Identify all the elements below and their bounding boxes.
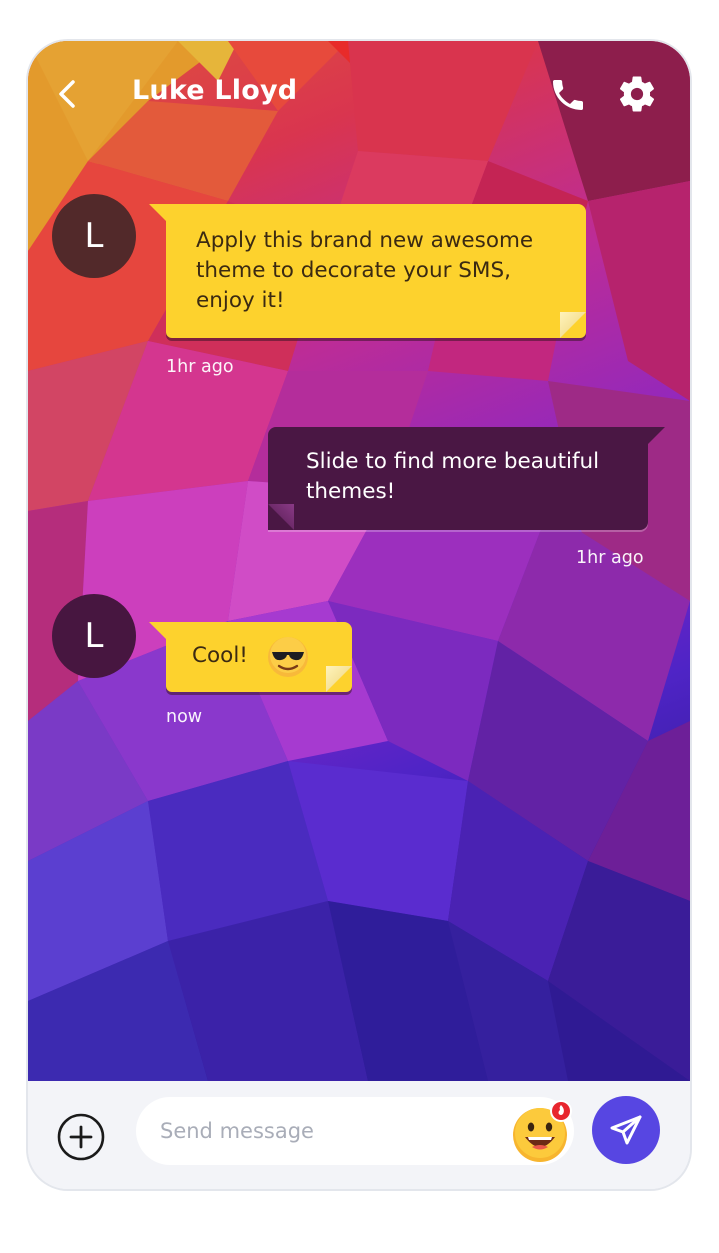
message-composer bbox=[28, 1081, 690, 1189]
message-text: Cool! bbox=[192, 643, 248, 668]
chat-header: Luke Lloyd bbox=[28, 41, 690, 146]
phone-icon[interactable] bbox=[548, 75, 588, 115]
message-timestamp: 1hr ago bbox=[576, 548, 644, 568]
outgoing-message-bubble[interactable]: Slide to find more beautiful themes! bbox=[268, 427, 665, 530]
phone-frame: Luke Lloyd L Apply this brand new awesom… bbox=[28, 41, 690, 1189]
grinning-face-sticker-icon[interactable] bbox=[508, 1097, 578, 1167]
message-timestamp: 1hr ago bbox=[166, 357, 234, 377]
message-text: Apply this brand new awesome theme to de… bbox=[196, 228, 534, 313]
message-text: Slide to find more beautiful themes! bbox=[306, 449, 600, 504]
bubble-fold-corner bbox=[268, 504, 294, 530]
send-button[interactable] bbox=[592, 1096, 660, 1164]
contact-name: Luke Lloyd bbox=[132, 75, 298, 106]
sunglasses-emoji-icon bbox=[268, 637, 308, 677]
plus-circle-icon[interactable] bbox=[56, 1112, 106, 1162]
contact-avatar[interactable]: L bbox=[52, 194, 136, 278]
message-timestamp: now bbox=[166, 707, 203, 727]
gear-icon[interactable] bbox=[616, 73, 658, 115]
avatar-initial: L bbox=[84, 216, 104, 256]
bubble-fold-corner bbox=[560, 312, 586, 338]
contact-avatar[interactable]: L bbox=[52, 594, 136, 678]
avatar-initial: L bbox=[84, 616, 104, 656]
incoming-message-bubble[interactable]: Apply this brand new awesome theme to de… bbox=[149, 204, 586, 338]
paper-plane-icon bbox=[610, 1115, 642, 1145]
incoming-message-bubble[interactable]: Cool! bbox=[149, 622, 352, 692]
chevron-left-icon[interactable] bbox=[52, 77, 86, 111]
bubble-fold-corner bbox=[326, 666, 352, 692]
